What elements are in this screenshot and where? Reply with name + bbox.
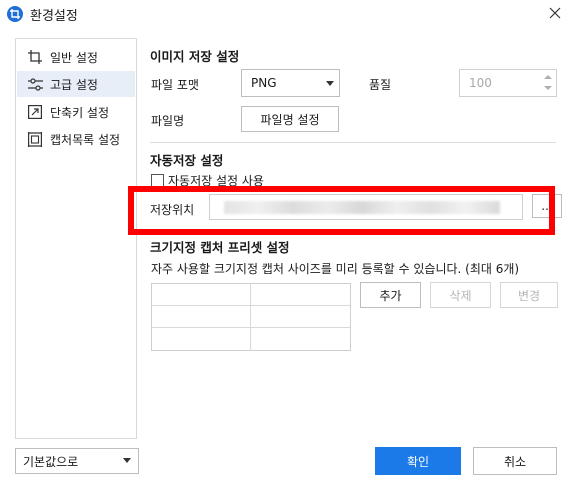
- title-bar: 환경설정: [0, 0, 571, 28]
- ok-button[interactable]: 확인: [375, 447, 461, 475]
- settings-sidebar: 일반 설정 고급 설정 단축키 설정 캡처목록 설정: [15, 38, 137, 439]
- filename-settings-button[interactable]: 파일명 설정: [241, 106, 339, 132]
- sidebar-item-advanced[interactable]: 고급 설정: [17, 71, 135, 97]
- sliders-icon: [27, 76, 43, 92]
- reset-defaults-label: 기본값으로: [23, 454, 79, 469]
- auto-save-section-title: 자동저장 설정: [150, 153, 224, 168]
- highlight-box: [128, 186, 555, 235]
- stepper-up-icon[interactable]: [544, 74, 552, 80]
- section-divider: [150, 142, 556, 143]
- close-button[interactable]: [543, 2, 567, 24]
- filename-label: 파일명: [151, 114, 185, 128]
- preset-description: 자주 사용할 크기지정 캡처 사이즈를 미리 등록할 수 있습니다. (최대 6…: [151, 262, 520, 276]
- file-format-value: PNG: [251, 76, 277, 90]
- preset-table[interactable]: [151, 283, 351, 351]
- window-title: 환경설정: [30, 9, 78, 24]
- capture-list-icon: [27, 131, 43, 147]
- close-icon: [549, 7, 561, 19]
- crop-icon: [27, 49, 43, 65]
- sidebar-item-label: 캡처목록 설정: [50, 132, 121, 147]
- sidebar-item-label: 일반 설정: [50, 50, 98, 65]
- cancel-button[interactable]: 취소: [473, 447, 557, 475]
- chevron-down-icon: [326, 81, 334, 86]
- quality-label: 품질: [369, 78, 392, 92]
- sidebar-item-label: 고급 설정: [50, 77, 98, 92]
- preset-add-button[interactable]: 추가: [360, 282, 421, 308]
- quality-value: 100: [469, 76, 492, 90]
- sidebar-item-label: 단축키 설정: [50, 105, 110, 120]
- sidebar-item-capture-list[interactable]: 캡처목록 설정: [17, 126, 135, 152]
- sidebar-item-general[interactable]: 일반 설정: [17, 44, 135, 70]
- file-format-select[interactable]: PNG: [241, 69, 340, 97]
- preset-edit-button[interactable]: 변경: [500, 282, 558, 308]
- shortcut-icon: [27, 104, 43, 120]
- image-save-section-title: 이미지 저장 설정: [150, 49, 240, 64]
- preset-section-title: 크기지정 캡처 프리셋 설정: [150, 240, 290, 255]
- file-format-label: 파일 포맷: [151, 78, 199, 92]
- chevron-down-icon: [123, 458, 131, 463]
- app-icon: [7, 6, 23, 22]
- quality-stepper[interactable]: 100: [459, 69, 557, 97]
- preset-delete-button[interactable]: 삭제: [430, 282, 491, 308]
- reset-defaults-select[interactable]: 기본값으로: [15, 448, 139, 474]
- stepper-down-icon[interactable]: [544, 85, 552, 91]
- sidebar-item-shortcuts[interactable]: 단축키 설정: [17, 99, 135, 125]
